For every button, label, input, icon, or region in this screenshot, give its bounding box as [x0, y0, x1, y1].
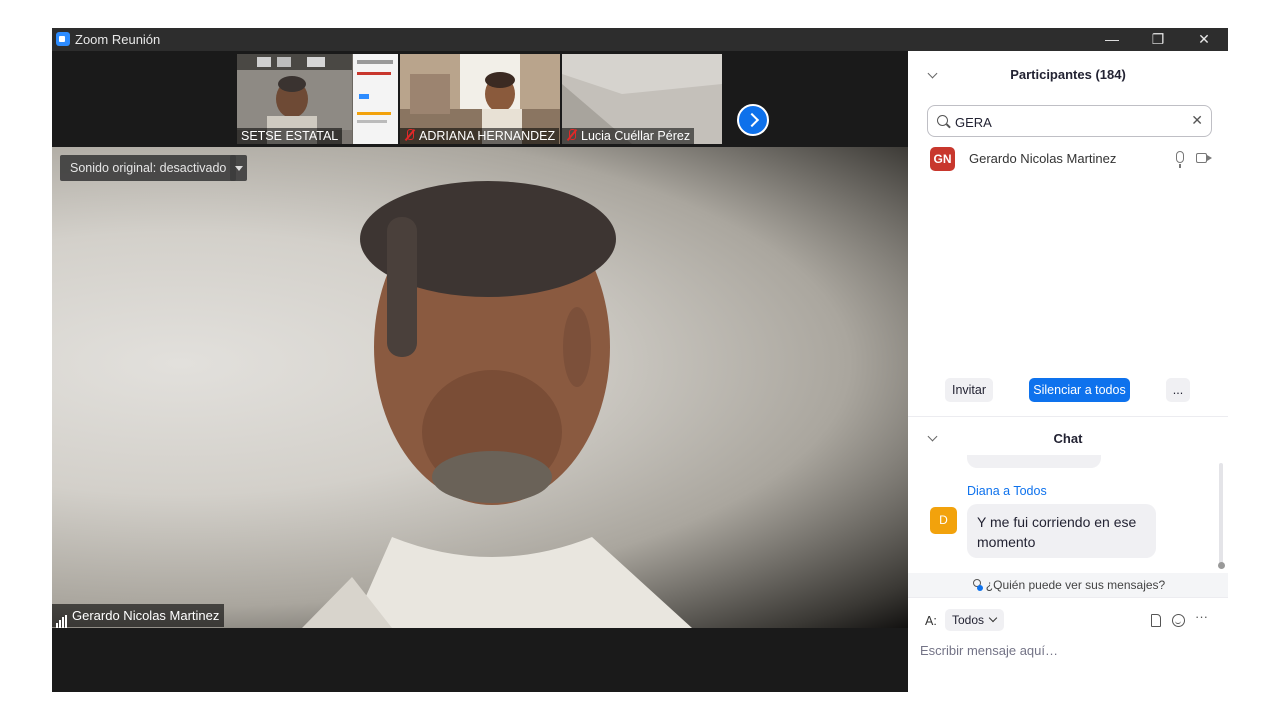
invite-button[interactable]: Invitar	[945, 378, 993, 402]
original-sound-caret-icon[interactable]	[230, 155, 247, 181]
chat-title: Chat	[1053, 431, 1083, 446]
side-panel: Participantes (184) ✕ GN Gerardo Nicolas…	[908, 51, 1228, 692]
speaker-video-frame	[302, 181, 692, 628]
recipient-dropdown[interactable]: Todos	[945, 609, 1004, 631]
title-bar: Zoom Reunión — ❐ ✕	[52, 28, 1228, 51]
thumbnail-name: SETSE ESTATAL	[237, 128, 343, 144]
clear-search-icon[interactable]: ✕	[1191, 112, 1203, 129]
more-options-button[interactable]: ...	[1166, 378, 1190, 402]
thumbnail-name-text: Lucia Cuéllar Pérez	[581, 129, 691, 143]
mute-all-button[interactable]: Silenciar a todos	[1029, 378, 1130, 402]
window-title: Zoom Reunión	[75, 32, 161, 47]
emoji-icon[interactable]	[1172, 614, 1185, 627]
participant-search-input[interactable]	[955, 112, 1185, 132]
microphone-icon[interactable]	[1176, 151, 1184, 168]
zoom-window: Zoom Reunión — ❐ ✕ SETSE ESTATAL ADRIANA…	[52, 28, 1228, 692]
chat-message-input[interactable]	[920, 639, 1216, 661]
file-icon[interactable]	[1151, 614, 1161, 627]
original-sound-dropdown[interactable]: Sonido original: desactivado	[60, 155, 237, 181]
next-page-arrow-icon[interactable]	[737, 104, 769, 136]
avatar: D	[930, 507, 957, 534]
zoom-logo-icon	[56, 32, 70, 46]
avatar: GN	[930, 147, 955, 171]
video-area: SETSE ESTATAL ADRIANA HERNANDEZ Lucia Cu…	[52, 51, 908, 692]
muted-mic-icon	[566, 129, 577, 141]
chat-scroll-thumb[interactable]	[1218, 562, 1225, 569]
speaker-name-text: Gerardo Nicolas Martinez	[72, 608, 220, 623]
previous-message-bubble	[967, 455, 1101, 468]
panel-divider	[908, 597, 1228, 598]
more-icon[interactable]: ···	[1195, 609, 1208, 624]
thumbnail-name-text: ADRIANA HERNANDEZ	[419, 129, 556, 143]
thumbnail-name: Lucia Cuéllar Pérez	[562, 128, 695, 144]
minimize-button[interactable]: —	[1089, 28, 1135, 51]
close-button[interactable]: ✕	[1181, 28, 1227, 51]
restore-button[interactable]: ❐	[1135, 28, 1181, 51]
video-camera-icon[interactable]	[1196, 153, 1207, 163]
panel-divider	[908, 416, 1228, 417]
muted-mic-icon	[404, 129, 415, 141]
chat-message: Y me fui corriendo en ese momento	[967, 504, 1156, 558]
user-visibility-icon	[971, 579, 983, 591]
chat-scrollbar[interactable]	[1219, 463, 1223, 567]
speaker-name-label: Gerardo Nicolas Martinez	[52, 604, 225, 628]
participant-row[interactable]: GN Gerardo Nicolas Martinez	[930, 147, 1220, 171]
message-visibility-text: ¿Quién puede ver sus mensajes?	[985, 578, 1166, 592]
main-speaker-video: Sonido original: desactivado Gerardo Nic…	[52, 147, 908, 628]
thumbnail-name: ADRIANA HERNANDEZ	[400, 128, 560, 144]
participants-title: Participantes (184)	[1010, 67, 1126, 82]
message-visibility-link[interactable]: ¿Quién puede ver sus mensajes?	[908, 573, 1228, 597]
video-thumbnail[interactable]: Lucia Cuéllar Pérez	[562, 54, 722, 144]
video-thumbnail[interactable]: SETSE ESTATAL	[237, 54, 398, 144]
search-icon	[937, 115, 948, 126]
participant-search-box[interactable]: ✕	[927, 105, 1212, 137]
message-sender: Diana a Todos	[967, 484, 1047, 498]
recipient-label: A:	[925, 614, 937, 628]
participant-name: Gerardo Nicolas Martinez	[969, 151, 1117, 166]
signal-bars-icon	[56, 605, 68, 628]
video-thumbnail[interactable]: ADRIANA HERNANDEZ	[400, 54, 560, 144]
